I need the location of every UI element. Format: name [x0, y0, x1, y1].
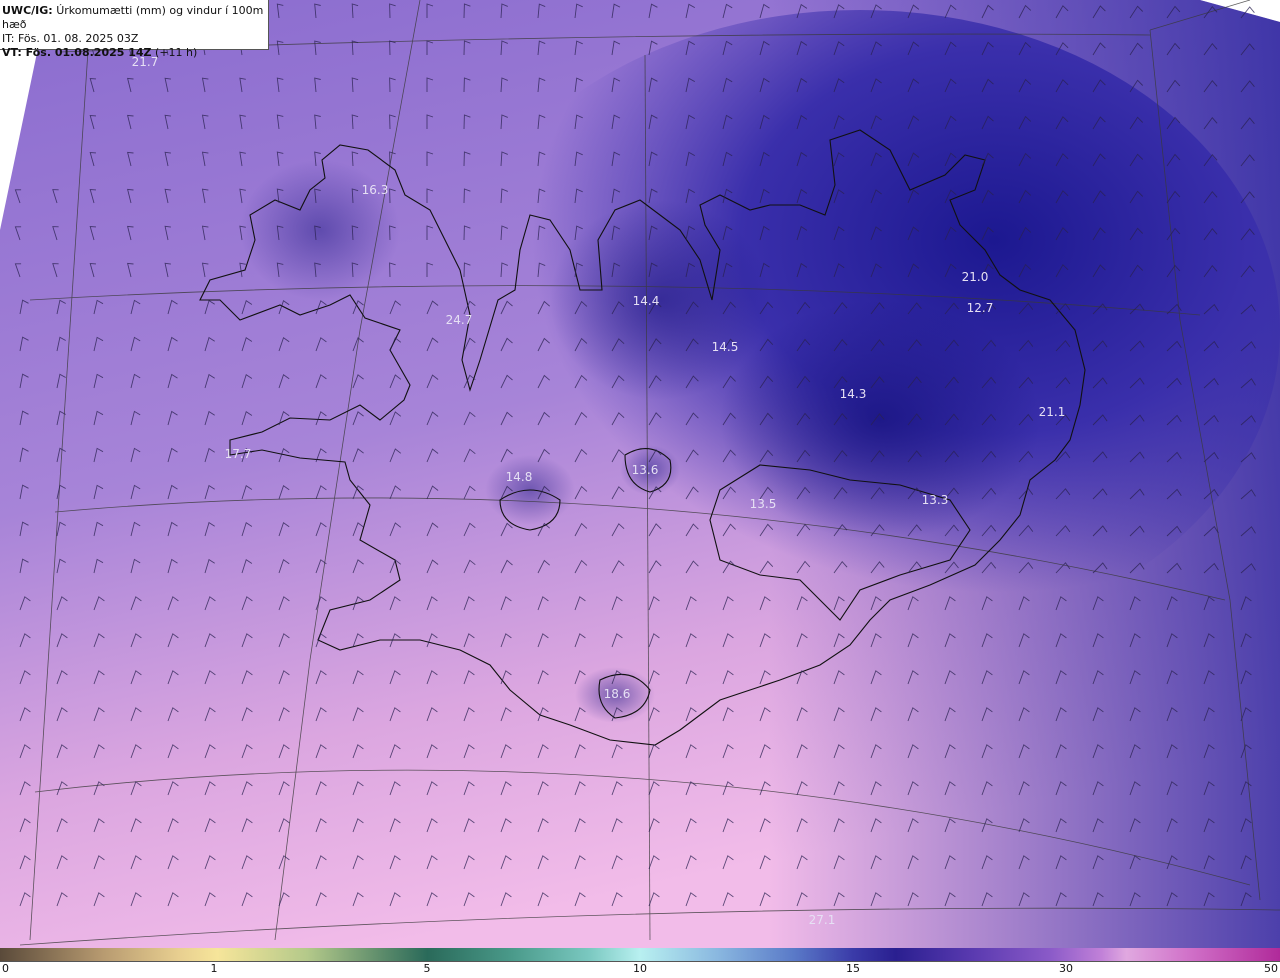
- init-time: IT: Fös. 01. 08. 2025 03Z: [2, 32, 139, 45]
- colorbar-tick: 30: [1059, 962, 1073, 975]
- colorbar-tick: 5: [423, 962, 431, 975]
- colorbar: 0 1 5 10 15 30 50: [0, 948, 1280, 978]
- colorbar-tick: 15: [846, 962, 860, 975]
- colorbar-tick: 0: [2, 962, 9, 975]
- colorbar-tick: 50: [1264, 962, 1278, 975]
- weather-map: [0, 0, 1280, 948]
- valid-offset: (+11 h): [155, 46, 198, 59]
- map-info-box: UWC/IG: Úrkomumætti (mm) og vindur í 100…: [0, 0, 269, 59]
- model-label: UWC/IG:: [2, 4, 53, 17]
- valid-time-row: VT: Fös. 01.08.2025 14Z (+11 h): [2, 46, 268, 60]
- title-row: UWC/IG: Úrkomumætti (mm) og vindur í 100…: [2, 4, 268, 32]
- colorbar-tick: 1: [210, 962, 218, 975]
- valid-time: VT: Fös. 01.08.2025 14Z: [2, 46, 152, 59]
- colorbar-strip: [0, 948, 1280, 962]
- colorbar-tick: 10: [633, 962, 647, 975]
